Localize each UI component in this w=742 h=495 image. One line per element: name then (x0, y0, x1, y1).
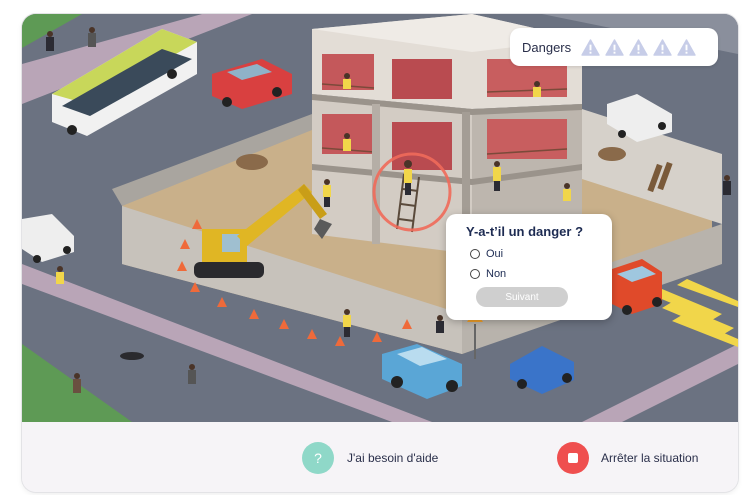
question-panel: Y-a-t’il un danger ? Oui Non Suivant (446, 214, 612, 320)
dangers-counter: Dangers (510, 28, 718, 66)
help-label: J'ai besoin d'aide (347, 451, 439, 465)
option-oui[interactable]: Oui (470, 247, 600, 261)
warning-triangle-icon (629, 38, 648, 56)
option-non[interactable]: Non (470, 267, 600, 281)
game-frame: Dangers Y-a-t’il un danger ? Oui Non Sui… (22, 14, 738, 492)
next-button[interactable]: Suivant (476, 287, 568, 307)
warning-triangle-icon (605, 38, 624, 56)
dirt-pile-right (598, 147, 626, 161)
dangers-label: Dangers (522, 39, 572, 55)
radio-non[interactable] (470, 269, 480, 279)
option-non-label: Non (486, 268, 507, 280)
question-mark-icon[interactable]: ? (302, 442, 334, 474)
manhole (120, 352, 144, 360)
question-title: Y-a-t’il un danger ? (466, 224, 584, 239)
stop-label: Arrêter la situation (601, 451, 699, 465)
warning-triangle-icon (581, 38, 600, 56)
warning-triangle-icon (677, 38, 696, 56)
stop-icon[interactable] (557, 442, 589, 474)
worker-on-ladder (404, 160, 412, 195)
warning-triangle-icon (653, 38, 672, 56)
stop-square-icon (568, 453, 578, 463)
footer-bar: ? J'ai besoin d'aide Arrêter la situatio… (22, 422, 738, 492)
construction-scene[interactable] (22, 14, 738, 422)
stop-button[interactable]: Arrêter la situation (557, 442, 698, 474)
dirt-pile-left (236, 154, 268, 170)
dangers-icons (581, 38, 696, 56)
help-button[interactable]: ? J'ai besoin d'aide (302, 442, 438, 474)
option-oui-label: Oui (486, 248, 504, 260)
radio-oui[interactable] (470, 249, 480, 259)
